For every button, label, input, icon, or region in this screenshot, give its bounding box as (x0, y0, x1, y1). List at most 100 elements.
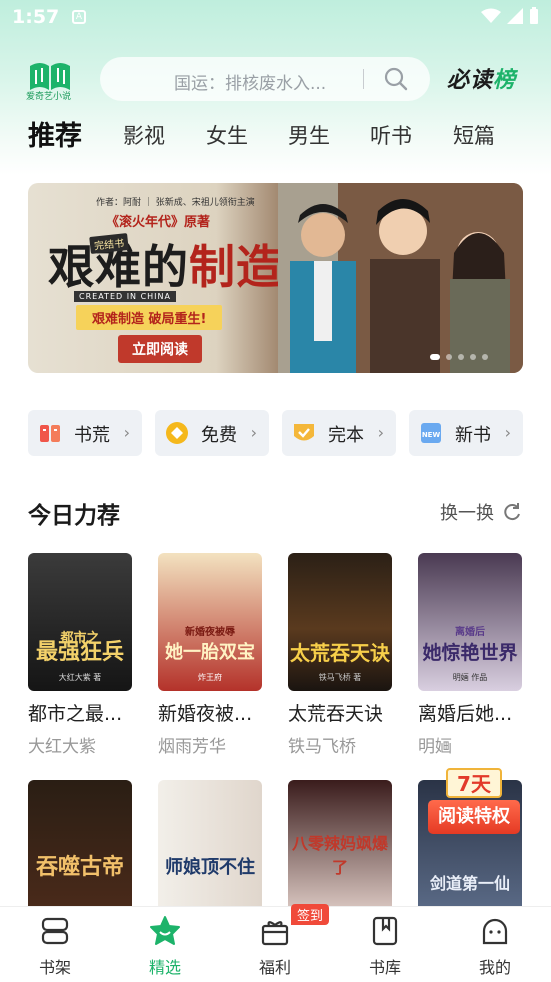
nav-featured[interactable]: 精选 (110, 907, 220, 982)
nav-profile[interactable]: 我的 (440, 907, 550, 982)
book-cover[interactable]: 师娘顶不住 (158, 780, 262, 910)
gift-box-icon (40, 425, 60, 442)
bottom-nav: 书架 精选 福利 书库 我的 (0, 906, 551, 982)
banner-title: 艰难的制造 (48, 231, 283, 297)
signal-icon (507, 8, 523, 24)
quick-entry-new-books[interactable]: NEW 新书 › (409, 410, 523, 456)
quick-entry-book-famine[interactable]: 书荒 › (28, 410, 142, 456)
cover-title: 她一胎双宝 (165, 642, 255, 663)
status-icons (481, 7, 539, 25)
star-icon (150, 916, 180, 945)
tab-recommend[interactable]: 推荐 (28, 114, 82, 153)
status-bar: 1:57 A (0, 0, 551, 36)
book-cover[interactable]: 离婚后 她惊艳世界 明婳 作品 (418, 553, 522, 691)
book-title: 离婚后她... (418, 703, 513, 725)
new-book-icon: NEW (421, 423, 441, 443)
banner-origin: 《滚火年代》原著 (106, 215, 211, 230)
rank-label-accent: 榜 (493, 68, 517, 93)
nav-bookshelf[interactable]: 书架 (0, 907, 110, 982)
gift-icon (261, 921, 289, 946)
tab-female[interactable]: 女生 (206, 120, 248, 150)
pager-dot[interactable] (446, 354, 452, 360)
status-time: 1:57 (12, 6, 60, 28)
quick-entry-completed[interactable]: 完本 › (282, 410, 396, 456)
sign-in-badge[interactable]: 签到 (291, 904, 330, 925)
category-tabs: 推荐 影视 女生 男生 听书 短篇 (28, 114, 528, 154)
book-cover[interactable]: 吞噬古帝 (28, 780, 132, 910)
nav-label: 书库 (368, 958, 401, 977)
cover-title: 吞噬古帝 (35, 855, 124, 880)
promo-label: 阅读特权 (428, 800, 520, 834)
book-card[interactable]: 新婚夜被辱 她一胎双宝 炸王府 新婚夜被... 烟雨芳华 (158, 553, 262, 757)
book-author: 烟雨芳华 (158, 737, 226, 757)
chevron-right-icon: › (377, 423, 384, 442)
tab-short[interactable]: 短篇 (453, 120, 495, 150)
bookshelf-icon (41, 917, 69, 945)
quick-entry-free[interactable]: 免费 › (155, 410, 269, 456)
tab-male[interactable]: 男生 (288, 120, 330, 150)
search-icon[interactable] (384, 67, 408, 91)
cover-title: 她惊艳世界 (422, 642, 518, 664)
search-bar[interactable]: 国运：排核废水入... (100, 57, 430, 101)
book-cover[interactable]: 新婚夜被辱 她一胎双宝 炸王府 (158, 553, 262, 691)
logo-text: 爱奇艺小说 (26, 92, 72, 102)
cover-title: 太荒吞天诀 (290, 641, 390, 665)
search-divider (363, 69, 364, 89)
profile-icon (482, 918, 508, 945)
chevron-right-icon: › (250, 423, 257, 442)
pager-dot[interactable] (458, 354, 464, 360)
nav-label: 书架 (38, 958, 71, 977)
promo-banner[interactable]: 作者：阿耐 ｜ 张新成、宋祖儿领衔主演 《滚火年代》原著 艰难的制造 完结书 C… (28, 183, 523, 373)
cover-title: 剑道第一仙 (429, 874, 510, 893)
book-author: 明婳 (418, 737, 452, 757)
nav-library[interactable]: 书库 (330, 907, 440, 982)
book-title: 都市之最... (28, 703, 123, 725)
pager-dot[interactable] (482, 354, 488, 360)
nav-label: 精选 (148, 958, 181, 977)
book-card[interactable]: 离婚后 她惊艳世界 明婳 作品 离婚后她... 明婳 (418, 553, 522, 757)
book-card[interactable]: 吞噬古帝 (28, 780, 132, 910)
book-cover[interactable]: 太荒吞天诀 铁马飞桥 著 (288, 553, 392, 691)
banner-title-part2: 制造 (189, 240, 283, 294)
banner-read-button[interactable]: 立即阅读 (118, 335, 202, 363)
book-card[interactable]: 八零辣妈飒爆了 (288, 780, 392, 910)
cover-title: 八零辣妈飒爆了 (291, 834, 388, 877)
banner-cast-image (278, 183, 523, 373)
cover-title: 师娘顶不住 (165, 857, 255, 878)
refresh-label: 换一换 (440, 503, 494, 524)
banner-slogan: 艰难制造 破局重生! (76, 305, 223, 330)
tab-audiobook[interactable]: 听书 (370, 120, 412, 150)
quick-entry-label: 免费 (201, 425, 237, 446)
book-title: 新婚夜被... (158, 703, 253, 725)
reading-privilege-promo[interactable]: 7天 阅读特权 (428, 760, 520, 856)
must-read-rank-button[interactable]: 必读榜 (447, 62, 516, 94)
quick-entry-label: 新书 (455, 425, 491, 446)
cover-author: 明婳 作品 (452, 673, 488, 682)
banner-credits: 作者：阿耐 ｜ 张新成、宋祖儿领衔主演 (96, 198, 255, 208)
promo-days: 7天 (446, 768, 502, 798)
rank-label-main: 必读 (447, 68, 494, 93)
refresh-button[interactable]: 换一换 (440, 499, 522, 525)
cover-author: 大红大紫 著 (58, 673, 102, 682)
quick-entry-label: 书荒 (74, 425, 110, 446)
book-title: 太荒吞天诀 (288, 703, 384, 725)
book-cover[interactable]: 都市之 最强狂兵 大红大紫 著 (28, 553, 132, 691)
book-author: 大红大紫 (28, 737, 96, 757)
banner-english: CREATED IN CHINA (74, 291, 176, 302)
book-card[interactable]: 都市之 最强狂兵 大红大紫 著 都市之最... 大红大紫 (28, 553, 132, 757)
cover-title: 最强狂兵 (35, 640, 124, 665)
chevron-right-icon: › (123, 423, 130, 442)
book-cover[interactable]: 八零辣妈飒爆了 (288, 780, 392, 910)
cover-author: 铁马飞桥 著 (318, 673, 362, 682)
banner-pager (430, 354, 488, 360)
search-placeholder: 国运：排核废水入... (174, 74, 327, 94)
wifi-icon (481, 8, 501, 23)
pager-dot[interactable] (430, 354, 440, 360)
notification-icon: A (72, 10, 86, 24)
refresh-icon (504, 503, 520, 521)
book-card[interactable]: 太荒吞天诀 铁马飞桥 著 太荒吞天诀 铁马飞桥 (288, 553, 392, 757)
tab-film[interactable]: 影视 (123, 120, 165, 150)
svg-text:NEW: NEW (422, 431, 441, 439)
pager-dot[interactable] (470, 354, 476, 360)
book-card[interactable]: 师娘顶不住 (158, 780, 262, 910)
